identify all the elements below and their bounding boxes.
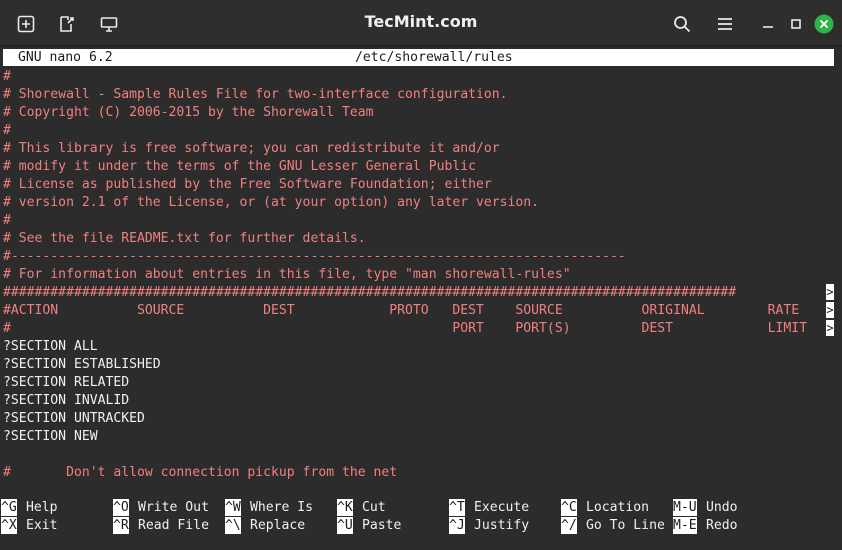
minimize-icon[interactable]: [754, 10, 782, 38]
file-line: # Copyright (C) 2006-2015 by the Shorewa…: [3, 105, 374, 120]
shortcut-key: ^C: [561, 499, 577, 516]
line-overflow-marker: >: [826, 284, 834, 300]
file-line: ?SECTION ALL: [3, 339, 98, 354]
maximize-icon[interactable]: [782, 10, 810, 38]
file-line: ########################################…: [3, 285, 737, 300]
menu-icon[interactable]: [711, 10, 739, 38]
shortcut-key: ^\: [225, 517, 241, 534]
shortcut-key: ^R: [113, 517, 129, 534]
file-line: # Shorewall - Sample Rules File for two-…: [3, 87, 508, 102]
shortcut-key: M-E: [673, 517, 697, 534]
terminal-area[interactable]: GNU nano 6.2 /etc/shorewall/rules # # Sho…: [0, 48, 842, 550]
close-icon[interactable]: [810, 10, 838, 38]
file-line: # License as published by the Free Softw…: [3, 177, 492, 192]
file-line: # Don't allow connection pickup from the…: [3, 465, 398, 480]
file-line: # This library is free software; you can…: [3, 141, 500, 156]
search-icon[interactable]: [668, 10, 696, 38]
shortcut-label: Go To Line: [586, 518, 665, 533]
file-line: ?SECTION RELATED: [3, 375, 130, 390]
file-line: ?SECTION INVALID: [3, 393, 130, 408]
shortcut-key: ^K: [337, 499, 353, 516]
file-line: #: [3, 69, 11, 84]
shortcut-key: ^T: [449, 499, 465, 516]
shortcut-label: Redo: [706, 518, 738, 533]
shortcut-key: ^/: [561, 517, 577, 534]
shortcut-key: ^X: [1, 517, 17, 534]
file-line: # version 2.1 of the License, or (at you…: [3, 195, 540, 210]
file-line: #: [3, 213, 11, 228]
file-line: # See the file README.txt for further de…: [3, 231, 366, 246]
shortcut-label: Location: [586, 500, 650, 515]
shortcut-label: Replace: [250, 518, 306, 533]
shortcut-label: Where Is: [250, 500, 314, 515]
line-overflow-marker: >: [826, 302, 834, 318]
shortcut-label: Paste: [362, 518, 402, 533]
shortcut-label: Cut: [362, 500, 386, 515]
file-line: #---------------------------------------…: [3, 249, 626, 264]
nano-filename: /etc/shorewall/rules: [355, 50, 513, 65]
shortcut-key: M-U: [673, 499, 697, 516]
shortcut-label: Execute: [474, 500, 530, 515]
line-overflow-marker: >: [826, 320, 834, 336]
shortcut-label: Undo: [706, 500, 738, 515]
file-line: #: [3, 123, 11, 138]
shortcut-label: Read File: [138, 518, 209, 533]
nano-header-bar: GNU nano 6.2 /etc/shorewall/rules: [3, 49, 834, 66]
shortcut-label: Help: [26, 500, 58, 515]
shortcut-key: ^G: [1, 499, 17, 516]
nano-version: GNU nano 6.2: [18, 50, 113, 65]
file-line: # PORT PORT(S) DEST LIMIT: [3, 321, 808, 336]
file-line: # For information about entries in this …: [3, 267, 571, 282]
file-line: # modify it under the terms of the GNU L…: [3, 159, 476, 174]
shortcut-key: ^J: [449, 517, 465, 534]
file-line: ?SECTION UNTRACKED: [3, 411, 145, 426]
file-line: #ACTION SOURCE DEST PROTO DEST SOURCE OR…: [3, 303, 800, 318]
file-line: ?SECTION ESTABLISHED: [3, 357, 161, 372]
shortcut-key: ^U: [337, 517, 353, 534]
shortcut-label: Justify: [474, 518, 530, 533]
window-titlebar: TecMint.com: [0, 0, 842, 46]
shortcut-key: ^O: [113, 499, 129, 516]
shortcut-label: Write Out: [138, 500, 209, 515]
shortcut-key: ^W: [225, 499, 241, 516]
shortcut-label: Exit: [26, 518, 58, 533]
file-line: ?SECTION NEW: [3, 429, 98, 444]
